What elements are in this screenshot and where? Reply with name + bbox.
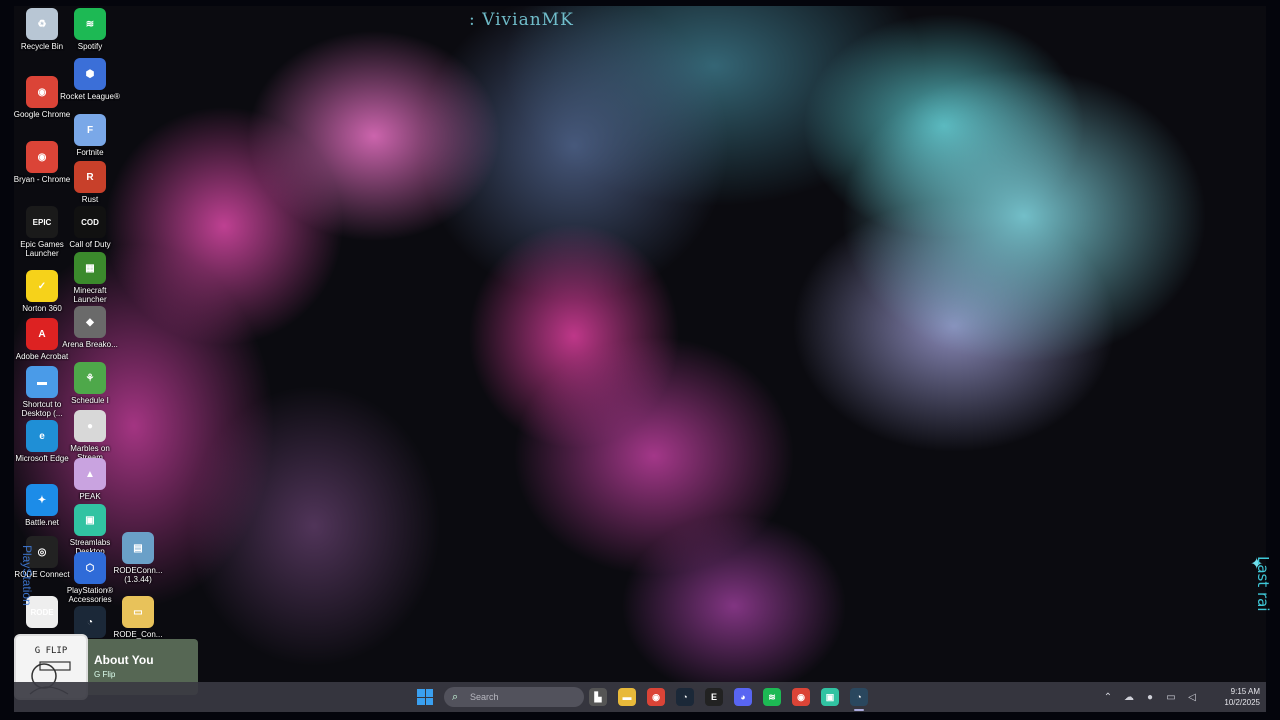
desktop-icon-label: RODEConn... (1.3.44) bbox=[113, 566, 163, 584]
rocket-league-icon: ⬢ bbox=[74, 58, 106, 90]
desktop-icon-label: Arena Breako... bbox=[62, 340, 118, 349]
rust-icon: R bbox=[74, 161, 106, 193]
taskbar: ⌕ Search 9:15 AM 10/2/2025 ▙ ▬ ◉ ◔ E ◕ ≋ ◉ ▣ ◔ ⌃ ☁ ●… bbox=[14, 682, 1266, 712]
epic-games-icon: E bbox=[710, 692, 717, 702]
desktop-icon-rodeconn-1-3-44[interactable]: ▤ RODEConn... (1.3.44) bbox=[110, 532, 166, 586]
battlenet-icon: ✦ bbox=[26, 484, 58, 516]
clock-date: 10/2/2025 bbox=[1224, 698, 1260, 707]
desktop-icon-arena-breako[interactable]: ◆ Arena Breako... bbox=[62, 306, 118, 360]
steam-icon: ◔ bbox=[682, 692, 688, 702]
volume-icon[interactable]: ◁ bbox=[1186, 691, 1198, 703]
taskbar-spotify[interactable]: ≋ bbox=[763, 688, 781, 706]
taskbar-discord[interactable]: ◕ bbox=[734, 688, 752, 706]
fortnite-icon: F bbox=[74, 114, 106, 146]
desktop-icon-marbles-on-stream[interactable]: ●Marbles on Stream bbox=[62, 410, 118, 464]
desktop-icon-label: Call of Duty bbox=[69, 240, 111, 249]
streamer-name-overlay: : VivianMK bbox=[469, 10, 574, 30]
desktop-icon-label: Rust bbox=[81, 195, 99, 204]
taskbar-chrome[interactable]: ◉ bbox=[647, 688, 665, 706]
chrome-profile-icon: ◉ bbox=[26, 141, 58, 173]
desktop-icon-label: Minecraft Launcher bbox=[73, 286, 107, 304]
start-button[interactable] bbox=[417, 689, 433, 705]
desktop-icon-label: PEAK bbox=[79, 492, 101, 501]
desktop-icon-schedule-i[interactable]: ⚘ Schedule I bbox=[62, 362, 118, 416]
desktop-icon-fortnite[interactable]: F Fortnite bbox=[62, 114, 118, 168]
marbles-icon: ● bbox=[74, 410, 106, 442]
discord-icon: ◕ bbox=[740, 692, 746, 702]
taskbar-chrome-profile[interactable]: ◉ bbox=[792, 688, 810, 706]
desktop-icon-label: Schedule I bbox=[71, 396, 109, 405]
playstation-icon: ⬡ bbox=[74, 552, 106, 584]
streamlabs-icon: ▣ bbox=[825, 691, 835, 702]
call-of-duty-icon: COD bbox=[74, 206, 106, 238]
desktop-icon-label: Spotify bbox=[77, 42, 103, 51]
taskbar-file-explorer[interactable]: ▬ bbox=[618, 688, 636, 706]
side-overlay-text: Last rai bbox=[1254, 556, 1272, 612]
taskbar-epic-games[interactable]: E bbox=[705, 688, 723, 706]
desktop: : VivianMK ♻ Recycle Bin ◉ Google Chrome ◉ Br… bbox=[14, 6, 1266, 712]
installer-icon: ▤ bbox=[122, 532, 154, 564]
taskbar-task-view[interactable]: ▙ bbox=[589, 688, 607, 706]
desktop-icon-label: Rocket League® bbox=[60, 92, 120, 101]
streamlabs-icon: ▣ bbox=[74, 504, 106, 536]
onedrive-icon[interactable]: ☁ bbox=[1123, 691, 1135, 703]
chrome-icon: ◉ bbox=[26, 76, 58, 108]
taskbar-streamlabs[interactable]: ▣ bbox=[821, 688, 839, 706]
taskbar-search[interactable]: ⌕ Search bbox=[444, 687, 584, 707]
folder-icon: ▭ bbox=[122, 596, 154, 628]
desktop-icon-label: Fortnite bbox=[76, 148, 104, 157]
taskbar-steam-active[interactable]: ◔ bbox=[850, 688, 868, 711]
steam-icon: ◔ bbox=[856, 692, 862, 702]
chrome-icon: ◉ bbox=[652, 691, 660, 702]
track-title: About You bbox=[94, 653, 154, 667]
search-placeholder: Search bbox=[470, 692, 499, 702]
spotify-icon: ≋ bbox=[768, 691, 776, 702]
schedule-one-icon: ⚘ bbox=[74, 362, 106, 394]
acrobat-icon: A bbox=[26, 318, 58, 350]
track-artist: G Flip bbox=[94, 670, 116, 679]
network-icon[interactable]: ▭ bbox=[1165, 691, 1177, 703]
desktop-icon-spotify[interactable]: ≋ Spotify bbox=[62, 8, 118, 62]
clock-time: 9:15 AM bbox=[1230, 687, 1260, 696]
shortcut-icon: ▬ bbox=[26, 366, 58, 398]
desktop-icon-rocket-league[interactable]: ⬢ Rocket League® bbox=[60, 58, 120, 112]
desktop-icon-minecraft-launcher[interactable]: ▦ Minecraft Launcher bbox=[62, 252, 118, 306]
peak-icon: ▲ bbox=[74, 458, 106, 490]
edge-icon: e bbox=[26, 420, 58, 452]
epic-games-icon: EPIC bbox=[26, 206, 58, 238]
norton-icon: ✓ bbox=[26, 270, 58, 302]
minecraft-icon: ▦ bbox=[74, 252, 106, 284]
chrome-profile-icon: ◉ bbox=[797, 691, 805, 702]
file-explorer-icon: ▬ bbox=[622, 692, 632, 702]
arena-breakout-icon: ◆ bbox=[74, 306, 106, 338]
recycle-bin-icon: ♻ bbox=[26, 8, 58, 40]
task-view-icon: ▙ bbox=[594, 691, 602, 702]
microphone-icon[interactable]: ● bbox=[1144, 691, 1156, 703]
spotify-icon: ≋ bbox=[74, 8, 106, 40]
search-icon: ⌕ bbox=[452, 690, 459, 703]
taskbar-clock[interactable]: 9:15 AM 10/2/2025 bbox=[1206, 686, 1260, 708]
left-vertical-text: PlayStation bbox=[20, 545, 34, 606]
taskbar-steam[interactable]: ◔ bbox=[676, 688, 694, 706]
show-hidden-icons[interactable]: ⌃ bbox=[1102, 691, 1114, 703]
